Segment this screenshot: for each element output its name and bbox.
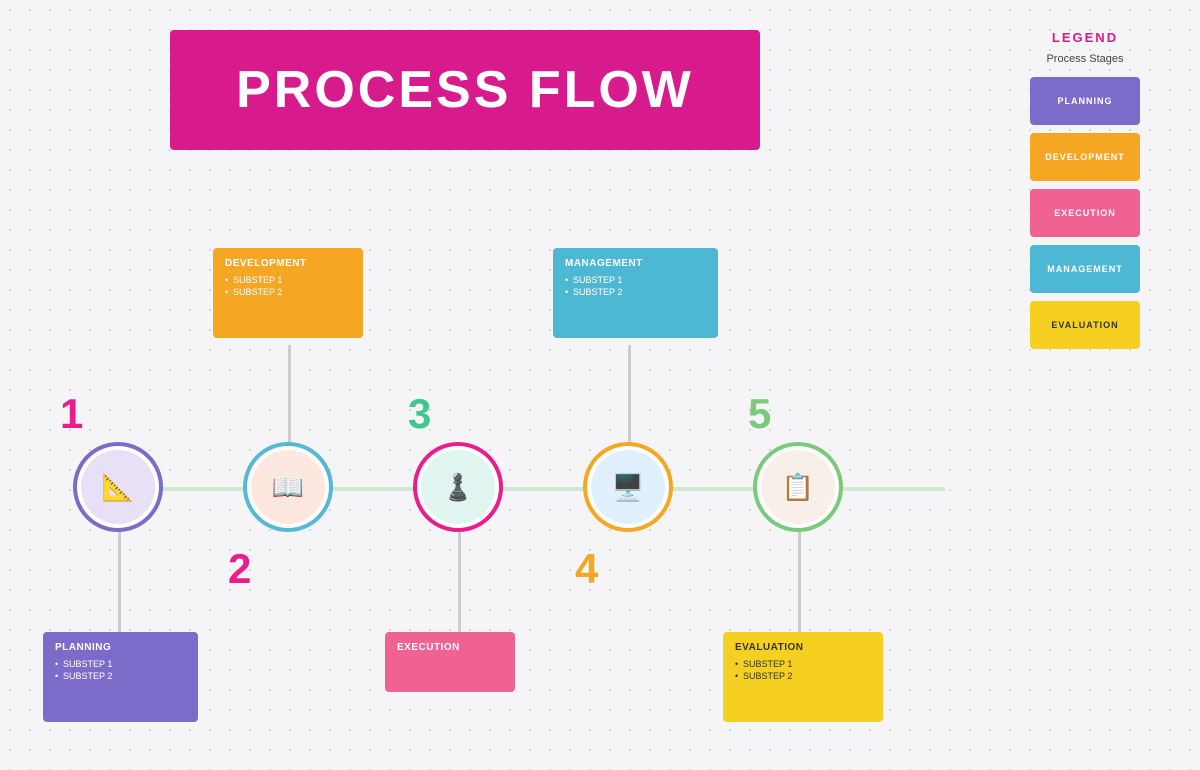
legend-item-management: MANAGEMENT <box>1030 245 1140 293</box>
stage-1-icon: 📐 <box>93 462 143 512</box>
stage-2-title: DEVELOPMENT <box>225 258 351 269</box>
stage-5-connector <box>798 532 801 632</box>
stage-4-connector <box>628 345 631 442</box>
stage-5-title: EVALUATION <box>735 642 871 653</box>
stage-5-number: 5 <box>748 390 771 438</box>
stage-3-connector <box>458 532 461 632</box>
stage-3-circle: ♟️ <box>413 442 503 532</box>
stage-2-inner: 📖 <box>251 450 325 524</box>
legend-label-planning: PLANNING <box>1058 96 1113 106</box>
stage-2-substep-1: SUBSTEP 1 <box>233 275 351 285</box>
legend-label-development: DEVELOPMENT <box>1045 152 1125 162</box>
title-banner: PROCESS FLOW <box>170 30 760 150</box>
stage-1-substep-2: SUBSTEP 2 <box>63 671 186 681</box>
stage-1-substep-1: SUBSTEP 1 <box>63 659 186 669</box>
stage-4-title: MANAGEMENT <box>565 258 706 269</box>
stage-5-circle: 📋 <box>753 442 843 532</box>
stage-3-inner: ♟️ <box>421 450 495 524</box>
stage-4-inner: 🖥️ <box>591 450 665 524</box>
stage-2-substep-2: SUBSTEP 2 <box>233 287 351 297</box>
stage-4-icon: 🖥️ <box>603 462 653 512</box>
stage-2-connector <box>288 345 291 442</box>
stage-5-icon: 📋 <box>773 462 823 512</box>
legend-label-management: MANAGEMENT <box>1047 264 1123 274</box>
stage-2-number: 2 <box>228 545 251 593</box>
page-title: PROCESS FLOW <box>236 60 694 120</box>
stage-1-number: 1 <box>60 390 83 438</box>
legend-title: LEGEND <box>1052 30 1118 45</box>
legend-item-execution: EXECUTION <box>1030 189 1140 237</box>
stage-2-icon: 📖 <box>263 462 313 512</box>
legend-item-evaluation: EVALUATION <box>1030 301 1140 349</box>
stage-4-substep-2: SUBSTEP 2 <box>573 287 706 297</box>
legend-panel: LEGEND Process Stages PLANNING DEVELOPME… <box>1020 30 1150 349</box>
legend-item-planning: PLANNING <box>1030 77 1140 125</box>
stage-3-card: EXECUTION <box>385 632 515 692</box>
stage-3-title: EXECUTION <box>397 642 503 653</box>
stage-3-icon: ♟️ <box>433 462 483 512</box>
stage-5-card: EVALUATION SUBSTEP 1 SUBSTEP 2 <box>723 632 883 722</box>
stage-5-inner: 📋 <box>761 450 835 524</box>
stage-5-substep-1: SUBSTEP 1 <box>743 659 871 669</box>
legend-label-execution: EXECUTION <box>1054 208 1116 218</box>
stage-4-number: 4 <box>575 545 598 593</box>
stage-2-circle: 📖 <box>243 442 333 532</box>
stage-5-substep-2: SUBSTEP 2 <box>743 671 871 681</box>
stage-2-card: DEVELOPMENT SUBSTEP 1 SUBSTEP 2 <box>213 248 363 338</box>
legend-item-development: DEVELOPMENT <box>1030 133 1140 181</box>
stage-1-inner: 📐 <box>81 450 155 524</box>
legend-subtitle: Process Stages <box>1046 53 1123 65</box>
stage-4-circle: 🖥️ <box>583 442 673 532</box>
stage-1-title: PLANNING <box>55 642 186 653</box>
stage-4-substep-1: SUBSTEP 1 <box>573 275 706 285</box>
stage-4-card: MANAGEMENT SUBSTEP 1 SUBSTEP 2 <box>553 248 718 338</box>
legend-label-evaluation: EVALUATION <box>1051 320 1118 330</box>
stage-1-circle: 📐 <box>73 442 163 532</box>
stage-1-card: PLANNING SUBSTEP 1 SUBSTEP 2 <box>43 632 198 722</box>
stage-3-number: 3 <box>408 390 431 438</box>
stage-1-connector <box>118 532 121 632</box>
